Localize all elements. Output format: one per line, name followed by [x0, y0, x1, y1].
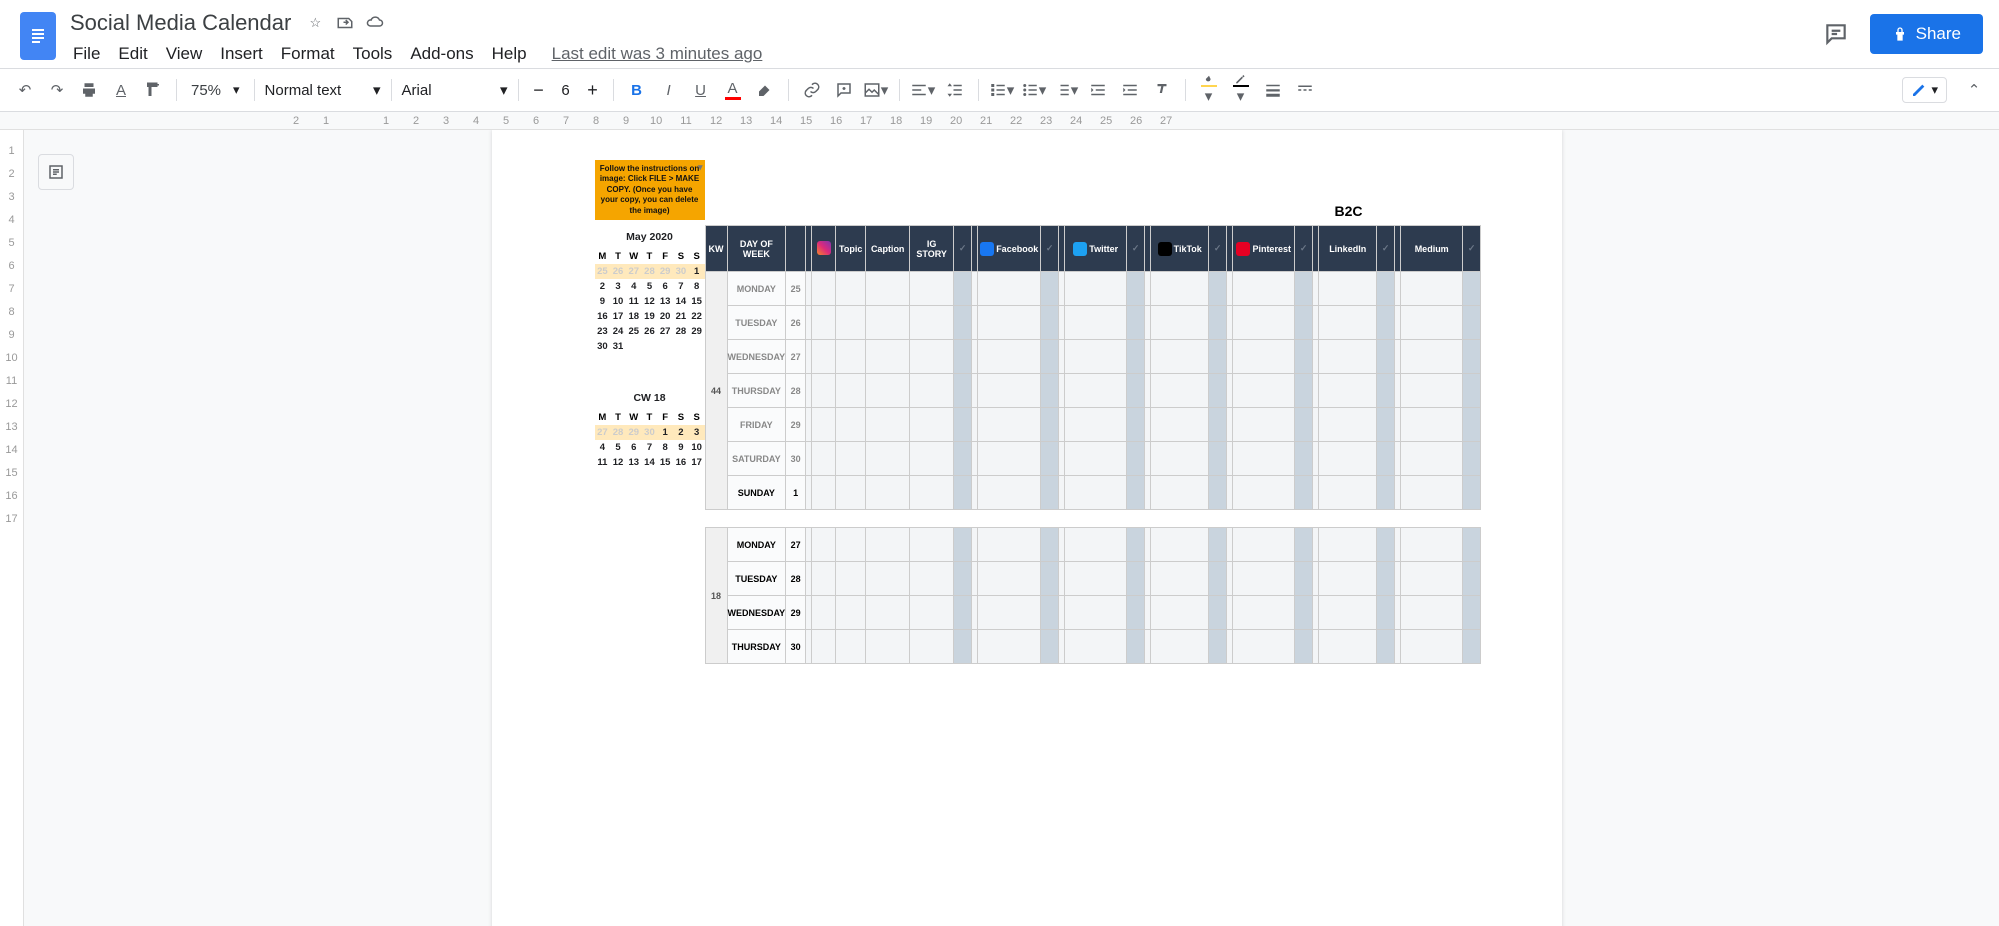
table-row[interactable]: WEDNESDAY27	[705, 340, 1481, 374]
font-select[interactable]: Arial ▾	[400, 81, 510, 99]
mini-calendars: May 2020 MTWTFSS252627282930123456789101…	[595, 225, 705, 664]
font-size-increase[interactable]: +	[581, 78, 605, 102]
hide-menus-button[interactable]: ⌃	[1959, 75, 1989, 105]
table-row[interactable]: THURSDAY30	[705, 630, 1481, 664]
table-row[interactable]: SATURDAY30	[705, 442, 1481, 476]
insert-image-button[interactable]: ▾	[861, 75, 891, 105]
paint-format-button[interactable]	[138, 75, 168, 105]
font-size-value[interactable]: 6	[557, 82, 575, 99]
increase-indent-button[interactable]	[1115, 75, 1145, 105]
sticky-note[interactable]: ▾ Follow the instructions on image: Clic…	[595, 160, 705, 220]
table-row[interactable]: 18MONDAY27	[705, 528, 1481, 562]
star-icon[interactable]: ☆	[305, 13, 325, 33]
menu-addons[interactable]: Add-ons	[403, 40, 480, 68]
table-row[interactable]: SUNDAY1	[705, 476, 1481, 510]
workspace: 1234567891011121314151617 ▾ Follow the i…	[0, 130, 1999, 926]
toolbar: ↶ ↷ A 75% ▾ Normal text ▾ Arial ▾ − 6 + …	[0, 68, 1999, 112]
mini-calendar-1: MTWTFSS252627282930123456789101112131415…	[595, 249, 705, 354]
border-color-button[interactable]: ▾	[1226, 75, 1256, 105]
underline-button[interactable]: U	[686, 75, 716, 105]
line-spacing-button[interactable]	[940, 75, 970, 105]
decrease-indent-button[interactable]	[1083, 75, 1113, 105]
redo-button[interactable]: ↷	[42, 75, 72, 105]
align-button[interactable]: ▾	[908, 75, 938, 105]
font-size-decrease[interactable]: −	[527, 78, 551, 102]
share-button[interactable]: Share	[1870, 14, 1983, 54]
clear-format-button[interactable]	[1147, 75, 1177, 105]
calendar-content: May 2020 MTWTFSS252627282930123456789101…	[595, 225, 1482, 664]
vertical-ruler[interactable]: 1234567891011121314151617	[0, 130, 24, 926]
document-page[interactable]: ▾ Follow the instructions on image: Clic…	[492, 130, 1562, 926]
chevron-down-icon: ▾	[1931, 82, 1938, 98]
print-button[interactable]	[74, 75, 104, 105]
checklist-button[interactable]: ▾	[987, 75, 1017, 105]
bold-button[interactable]: B	[622, 75, 652, 105]
text-color-button[interactable]: A	[718, 75, 748, 105]
horizontal-ruler[interactable]: 2112345678910111213141516171819202122232…	[0, 112, 1999, 130]
table-row[interactable]: 44MONDAY25	[705, 272, 1481, 306]
undo-button[interactable]: ↶	[10, 75, 40, 105]
menu-insert[interactable]: Insert	[213, 40, 270, 68]
header: Social Media Calendar ☆ File Edit View I…	[0, 0, 1999, 68]
numbered-list-button[interactable]: ▾	[1051, 75, 1081, 105]
border-style-button[interactable]	[1290, 75, 1320, 105]
insert-comment-button[interactable]	[829, 75, 859, 105]
share-label: Share	[1916, 24, 1961, 44]
table-row[interactable]: TUESDAY28	[705, 562, 1481, 596]
mini-cal-title-2: CW 18	[595, 392, 705, 404]
mini-cal-title: May 2020	[595, 231, 705, 243]
menu-edit[interactable]: Edit	[111, 40, 154, 68]
highlight-button[interactable]	[750, 75, 780, 105]
paragraph-style-select[interactable]: Normal text ▾	[263, 81, 383, 99]
cloud-icon[interactable]	[365, 13, 385, 33]
border-width-button[interactable]	[1258, 75, 1288, 105]
content-title: B2C	[1335, 203, 1363, 219]
social-calendar-table[interactable]: KWDAY OF WEEKTopicCaptionIG STORY✓Facebo…	[705, 225, 1482, 664]
table-row[interactable]: TUESDAY26	[705, 306, 1481, 340]
menu-bar: File Edit View Insert Format Tools Add-o…	[66, 40, 1818, 68]
doc-title[interactable]: Social Media Calendar	[66, 8, 295, 38]
docs-logo[interactable]	[20, 12, 56, 60]
menu-help[interactable]: Help	[485, 40, 534, 68]
menu-file[interactable]: File	[66, 40, 107, 68]
italic-button[interactable]: I	[654, 75, 684, 105]
comments-button[interactable]	[1818, 16, 1854, 52]
chevron-down-icon: ▾	[233, 82, 240, 98]
table-row[interactable]: THURSDAY28	[705, 374, 1481, 408]
chevron-down-icon: ▾	[373, 81, 381, 99]
zoom-select[interactable]: 75% ▾	[185, 82, 246, 99]
bulleted-list-button[interactable]: ▾	[1019, 75, 1049, 105]
chevron-down-icon: ▾	[698, 162, 703, 174]
menu-format[interactable]: Format	[274, 40, 342, 68]
fill-color-button[interactable]: ▾	[1194, 75, 1224, 105]
spellcheck-button[interactable]: A	[106, 75, 136, 105]
table-row[interactable]: FRIDAY29	[705, 408, 1481, 442]
move-icon[interactable]	[335, 13, 355, 33]
menu-view[interactable]: View	[159, 40, 210, 68]
insert-link-button[interactable]	[797, 75, 827, 105]
chevron-down-icon: ▾	[500, 81, 508, 99]
table-row[interactable]: WEDNESDAY29	[705, 596, 1481, 630]
menu-tools[interactable]: Tools	[346, 40, 400, 68]
mini-calendar-2: MTWTFSS272829301234567891011121314151617	[595, 410, 705, 470]
title-block: Social Media Calendar ☆ File Edit View I…	[66, 8, 1818, 68]
last-edit[interactable]: Last edit was 3 minutes ago	[552, 44, 763, 64]
editing-mode-button[interactable]: ▾	[1902, 77, 1947, 103]
